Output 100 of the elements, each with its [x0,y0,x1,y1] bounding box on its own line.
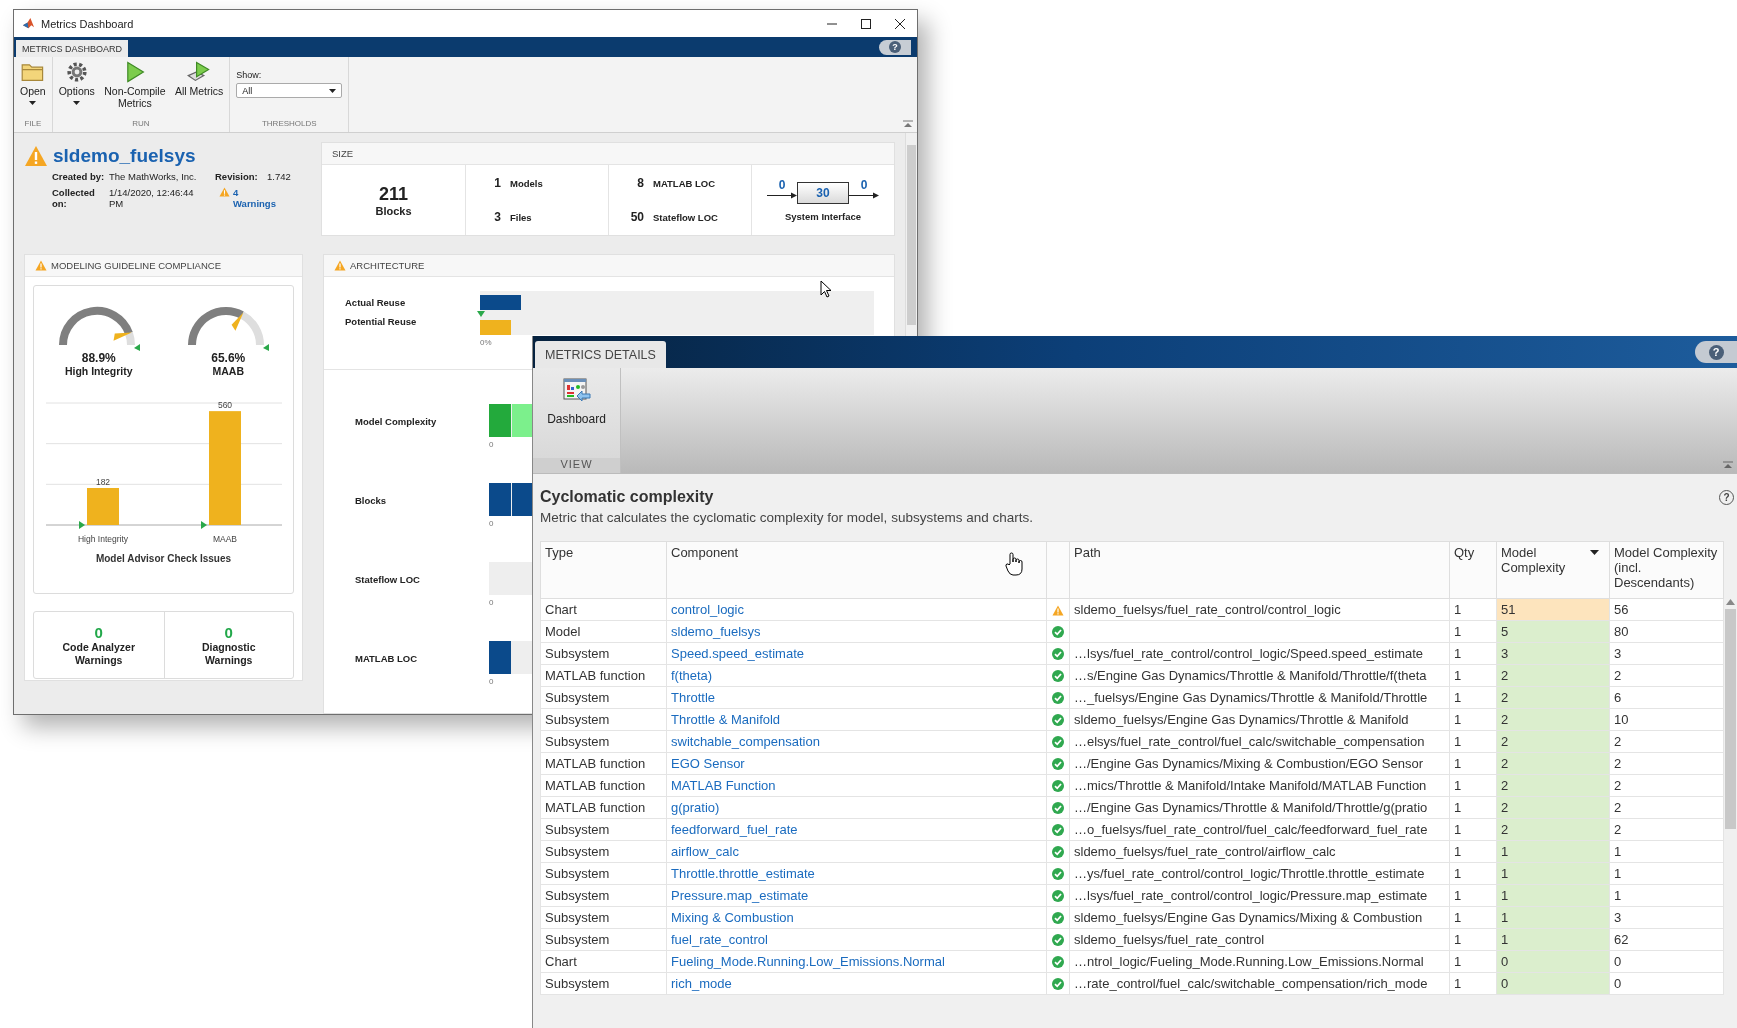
stat-label: Files [510,212,532,223]
metric-label: Potential Reuse [345,316,418,327]
metric-label: Stateflow LOC [354,573,421,587]
run-button[interactable]: Non-Compile Metrics [100,62,169,119]
count-label: Code Analyzer Warnings [61,640,136,667]
output-count: 0 [860,178,868,192]
panel-title: SIZE [332,148,354,159]
table-cell: 1 [1449,818,1497,841]
table-cell: …lsys/fuel_rate_control/control_logic/Pressure.map_estimate [1074,887,1428,903]
table-cell: 1 [1449,686,1497,709]
component-link[interactable]: control_logic [671,601,744,617]
table-cell: Subsystem [540,642,667,665]
table-cell: …elsys/fuel_rate_control/fuel_calc/switchable_compensation [1074,733,1425,749]
table-cell: 1 [1449,730,1497,753]
model-name[interactable]: sldemo_fuelsys [53,145,196,167]
table-cell: 62 [1609,928,1724,951]
axis-label: 0 [489,519,494,528]
column-header[interactable]: Model Complexity [1496,541,1610,599]
stat-value: 8 [636,176,644,190]
table-cell: 1 [1609,884,1724,907]
axis-label: High Integrity [77,534,128,544]
component-link[interactable]: fuel_rate_control [671,931,768,947]
info-value: 1/14/2020, 12:46:44 PM [109,187,195,209]
column-header[interactable]: Path [1069,541,1450,599]
axis-label: 0% [480,338,492,347]
component-link[interactable]: Throttle [671,689,716,705]
table-cell: 1 [1609,840,1724,863]
component-link[interactable]: MATLAB Function [671,777,776,793]
column-header[interactable]: Component [666,541,1047,599]
block-label: Blocks [375,204,412,217]
help-button[interactable]: ? [879,39,911,55]
panel-title: MODELING GUIDELINE COMPLIANCE [51,260,221,271]
show-dropdown[interactable]: All [236,83,343,98]
chart-title: Model Advisor Check Issues [95,553,232,564]
table-cell: 1 [1609,862,1724,885]
table-cell: MATLAB function [540,664,667,687]
column-header[interactable]: Type [540,541,667,599]
stat-label: Models [510,178,543,189]
block-count: 211 [378,183,408,205]
section-label: FILE [23,119,43,130]
section-label: THRESHOLDS [260,119,318,130]
component-link[interactable]: f(theta) [671,667,713,683]
table-cell: 1 [1449,972,1497,995]
column-header[interactable]: Qty [1449,541,1497,599]
gauge-label: High Integrity [64,365,133,377]
metric-label: Actual Reuse [345,297,407,308]
info-label: Revision: [215,171,259,182]
table-cell: 1 [1449,708,1497,731]
info-label: Created by: [52,171,106,182]
open-button[interactable]: Open [18,62,48,119]
table-cell: 1 [1449,598,1497,621]
table-cell: 1 [1449,642,1497,665]
ribbon-tab[interactable]: METRICS DASHBOARD [16,40,128,57]
table-cell: sldemo_fuelsys/fuel_rate_control/airflow_calc [1074,843,1336,859]
table-cell: Subsystem [540,906,667,929]
table-cell: 2 [1609,730,1724,753]
metric-label: Model Complexity [354,415,438,429]
gauge-value: 65.6% [211,351,246,365]
component-link[interactable]: g(pratio) [671,799,720,815]
count-label: Diagnostic Warnings [200,640,257,667]
info-value: 1.742 [267,171,292,182]
warnings-link[interactable]: 4 Warnings [233,187,278,209]
component-link[interactable]: rich_mode [671,975,732,991]
help-button[interactable]: ? [1695,341,1737,363]
table-cell: Subsystem [540,840,667,863]
run-button[interactable]: All Metrics [172,62,226,119]
table-cell: 2 [1609,818,1724,841]
table-cell: Subsystem [540,708,667,731]
table-cell: 1 [1449,752,1497,775]
axis-label: 0 [489,598,494,607]
table-cell: Chart [540,598,667,621]
ribbon-tab[interactable]: METRICS DETAILS [535,341,666,368]
table-cell: …ntrol_logic/Fueling_Mode.Running.Low_Emissions.Normal [1074,953,1424,969]
table-cell: 80 [1609,620,1724,643]
table-cell: 1 [1449,884,1497,907]
table-cell: sldemo_fuelsys/Engine Gas Dynamics/Throttle & Manifold [1074,711,1409,727]
dashboard-button[interactable]: Dashboard [533,368,620,458]
table-cell: 56 [1609,598,1724,621]
bar-value: 560 [217,400,232,411]
component-link[interactable]: EGO Sensor [671,755,745,771]
component-link[interactable]: sldemo_fuelsys [671,623,761,639]
table-cell: MATLAB function [540,796,667,819]
options-button[interactable]: Options [56,62,97,119]
table-cell: Subsystem [540,972,667,995]
table-cell: 3 [1609,642,1724,665]
component-link[interactable]: airflow_calc [671,843,739,859]
metric-title: Cyclomatic complexity [540,488,714,506]
table-cell: …_fuelsys/Engine Gas Dynamics/Throttle & Manifold/Throttle [1074,689,1428,705]
section-label: VIEW [533,458,620,473]
table-cell: 0 [1609,972,1724,995]
show-label: Show: [236,70,263,80]
table-cell: 6 [1609,686,1724,709]
table-cell: Model [540,620,667,643]
column-header[interactable]: Model Complexity (incl. Descendants) [1609,541,1724,599]
table-cell: Subsystem [540,862,667,885]
axis-label: MAAB [212,534,237,544]
table-cell: sldemo_fuelsys/fuel_rate_control/control_logic [1074,601,1341,617]
table-cell: Subsystem [540,928,667,951]
table-cell: …/Engine Gas Dynamics/Mixing & Combustion/EGO Sensor [1074,755,1423,771]
panel-title: ARCHITECTURE [350,260,425,271]
